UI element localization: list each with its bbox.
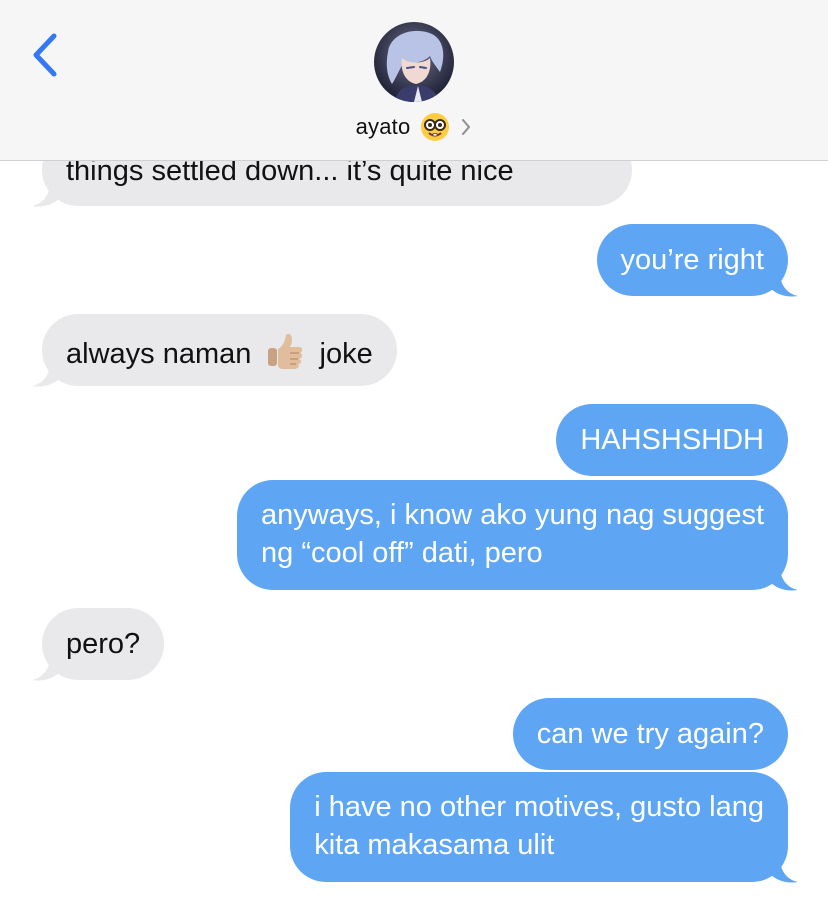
message-bubble-outgoing[interactable]: HAHSHSHDH	[556, 404, 788, 476]
message-line: i have no other motives, gusto lang	[314, 791, 764, 823]
message-bubble-incoming[interactable]: always naman joke	[42, 314, 397, 386]
message-text-after: joke	[319, 338, 373, 370]
message-bubble-incoming[interactable]: pero?	[42, 608, 165, 680]
contact-info-button[interactable]: ayato	[0, 110, 828, 144]
message-line: anyways, i know ako yung nag suggest	[261, 499, 764, 531]
message-bubble-outgoing[interactable]: i have no other motives, gusto lang kita…	[290, 772, 788, 882]
message-line: ng “cool off” dati, pero	[261, 537, 543, 569]
message-text: pero?	[66, 628, 141, 660]
contact-name: ayato	[355, 114, 411, 139]
chevron-left-icon[interactable]	[28, 30, 68, 80]
message-text: HAHSHSHDH	[580, 424, 764, 456]
message-text: can we try again?	[536, 718, 764, 750]
message-line: kita makasama ulit	[314, 829, 555, 861]
avatar-image	[374, 22, 454, 102]
bubble-tail	[770, 272, 798, 297]
bubble-tail	[32, 362, 60, 387]
thumbs-up-emoji-icon	[268, 334, 303, 369]
message-text-before: always naman	[66, 338, 252, 370]
chevron-right-icon	[462, 119, 471, 135]
bubble-tail	[32, 182, 60, 207]
conversation-header: ayato	[0, 0, 828, 161]
message-bubble-outgoing[interactable]: you’re right	[596, 224, 788, 296]
bubble-tail	[770, 858, 798, 883]
avatar[interactable]	[374, 22, 454, 102]
bubble-tail	[32, 656, 60, 681]
message-text: you’re right	[620, 244, 764, 276]
bubble-tail	[770, 566, 798, 591]
message-bubble-outgoing[interactable]: anyways, i know ako yung nag suggest ng …	[237, 480, 788, 590]
nerd-face-emoji-icon	[421, 113, 450, 141]
message-bubble-outgoing[interactable]: can we try again?	[512, 698, 788, 770]
